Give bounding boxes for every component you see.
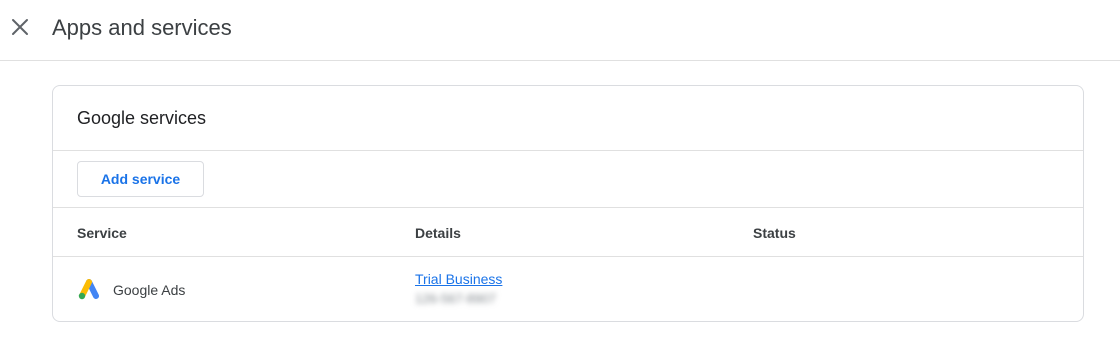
google-services-card: Google services Add service Service Deta…	[52, 85, 1084, 322]
account-id: 126-567-8907	[415, 291, 496, 306]
add-service-button[interactable]: Add service	[77, 161, 204, 197]
google-ads-icon	[77, 278, 101, 302]
column-header-status: Status	[753, 225, 796, 241]
top-bar: Apps and services	[0, 0, 1120, 61]
table-header: Service Details Status	[53, 208, 1083, 257]
card-title: Google services	[77, 108, 207, 128]
close-icon[interactable]	[8, 15, 32, 39]
table-row: Google Ads Trial Business 126-567-8907	[53, 257, 1083, 321]
page-title: Apps and services	[52, 15, 232, 40]
details-link[interactable]: Trial Business	[415, 270, 502, 288]
column-header-details: Details	[415, 225, 461, 241]
card-toolbar: Add service	[53, 151, 1083, 208]
service-name: Google Ads	[113, 282, 186, 298]
column-header-service: Service	[77, 225, 127, 241]
card-header: Google services	[53, 86, 1083, 151]
